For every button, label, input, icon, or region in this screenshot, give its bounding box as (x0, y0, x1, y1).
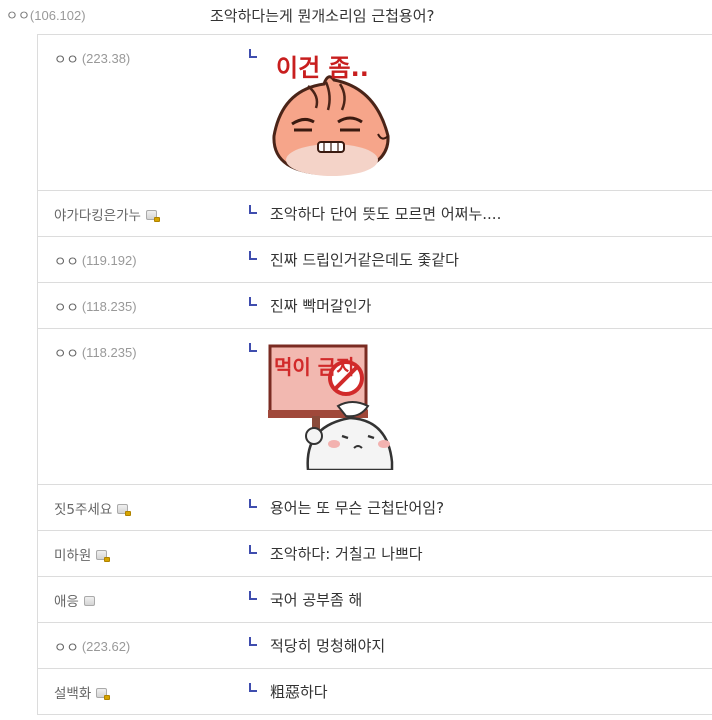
reply-author-nick: ㅇㅇ (54, 52, 79, 68)
reply-author-ip: (223.62) (81, 638, 131, 654)
post-author-ip: (106.102) (29, 8, 86, 23)
reply-author-nick: ㅇㅇ (54, 300, 79, 316)
post-header: ㅇㅇ(106.102) 조악하다는게 뭔개소리임 근첩용어? (0, 0, 712, 34)
reply-author-nick: ㅇㅇ (54, 640, 79, 656)
reply-author-nick: ㅇㅇ (54, 346, 79, 362)
reply-text: 粗惡하다 (270, 683, 328, 701)
reply-author-ip: (118.235) (81, 298, 137, 314)
reply-item: ㅇㅇ (119.192) 진짜 드립인거같은데도 좇같다 (38, 237, 712, 283)
reply-arrow-icon (249, 205, 257, 214)
reply-author-nick: 애응 (54, 594, 79, 610)
fixed-nick-badge-icon (117, 504, 132, 516)
reply-text: 조악하다 단어 뜻도 모르면 어쩌누.... (270, 205, 502, 223)
no-eating-sticker[interactable]: 먹이 금지 (268, 344, 394, 470)
reply-item: 설백화 粗惡하다 (38, 669, 712, 715)
reply-arrow-icon (249, 251, 257, 260)
reply-item: ㅇㅇ (223.62) 적당히 멍청해야지 (38, 623, 712, 669)
reply-author[interactable]: 짓5주세요 (54, 498, 132, 518)
reply-text: 진짜 빡머갈인가 (270, 297, 372, 315)
post-author-nick: ㅇㅇ (6, 9, 30, 24)
reply-item: 짓5주세요 용어는 또 무슨 근첩단어임? (38, 485, 712, 531)
fixed-nick-badge-icon (145, 210, 160, 222)
reply-arrow-icon (249, 683, 257, 692)
reply-text: 적당히 멍청해야지 (270, 637, 386, 655)
reply-item: 야가다킹은가누 조악하다 단어 뜻도 모르면 어쩌누.... (38, 191, 712, 237)
reply-text: 진짜 드립인거같은데도 좇같다 (270, 251, 459, 269)
reply-author-nick: 미하원 (54, 548, 92, 564)
reply-author[interactable]: ㅇㅇ (223.38) (54, 48, 131, 69)
sticker-caption: 먹이 금지 (274, 355, 355, 379)
post-title: 조악하다는게 뭔개소리임 근첩용어? (210, 7, 435, 25)
reply-item: 미하원 조악하다: 거칠고 나쁘다 (38, 531, 712, 577)
reply-item: ㅇㅇ (118.235) 먹이 금지 (38, 329, 712, 485)
half-nick-badge-icon (83, 596, 98, 608)
reply-author[interactable]: ㅇㅇ (119.192) (54, 250, 137, 271)
reply-author-nick: 설백화 (54, 686, 92, 702)
reply-item: ㅇㅇ (223.38) 이건 좀.. (38, 35, 712, 191)
reply-author[interactable]: ㅇㅇ (118.235) (54, 342, 137, 363)
reply-author[interactable]: 미하원 (54, 544, 111, 564)
reply-author-ip: (118.235) (81, 344, 137, 360)
reply-author[interactable]: 애응 (54, 590, 98, 610)
reply-author-ip: (223.38) (81, 50, 131, 66)
reply-arrow-icon (249, 297, 257, 306)
fixed-nick-badge-icon (96, 550, 111, 562)
reply-author-nick: ㅇㅇ (54, 254, 79, 270)
dumpling-sticker[interactable]: 이건 좀.. (268, 50, 394, 176)
reply-author[interactable]: 야가다킹은가누 (54, 204, 160, 224)
reply-arrow-icon (249, 591, 257, 600)
reply-item: ㅇㅇ (118.235) 진짜 빡머갈인가 (38, 283, 712, 329)
reply-arrow-icon (249, 545, 257, 554)
reply-author-nick: 야가다킹은가누 (54, 208, 141, 224)
reply-text: 용어는 또 무슨 근첩단어임? (270, 499, 445, 517)
reply-arrow-icon (249, 637, 257, 646)
fixed-nick-badge-icon (96, 688, 111, 700)
reply-author[interactable]: ㅇㅇ (223.62) (54, 636, 131, 657)
reply-arrow-icon (249, 49, 257, 58)
sticker-caption: 이건 좀.. (276, 54, 369, 82)
post-author[interactable]: ㅇㅇ(106.102) (6, 5, 86, 24)
reply-author[interactable]: ㅇㅇ (118.235) (54, 296, 137, 317)
reply-author[interactable]: 설백화 (54, 682, 111, 702)
reply-author-ip: (119.192) (81, 252, 137, 268)
reply-text: 조악하다: 거칠고 나쁘다 (270, 545, 423, 563)
reply-item: 애응 국어 공부좀 해 (38, 577, 712, 623)
reply-text: 국어 공부좀 해 (270, 591, 363, 609)
reply-arrow-icon (249, 343, 257, 352)
reply-arrow-icon (249, 499, 257, 508)
reply-list: ㅇㅇ (223.38) 이건 좀.. 야가다킹은가누 조악하다 단어 뜻도 모르면… (37, 34, 712, 715)
reply-author-nick: 짓5주세요 (54, 502, 113, 518)
